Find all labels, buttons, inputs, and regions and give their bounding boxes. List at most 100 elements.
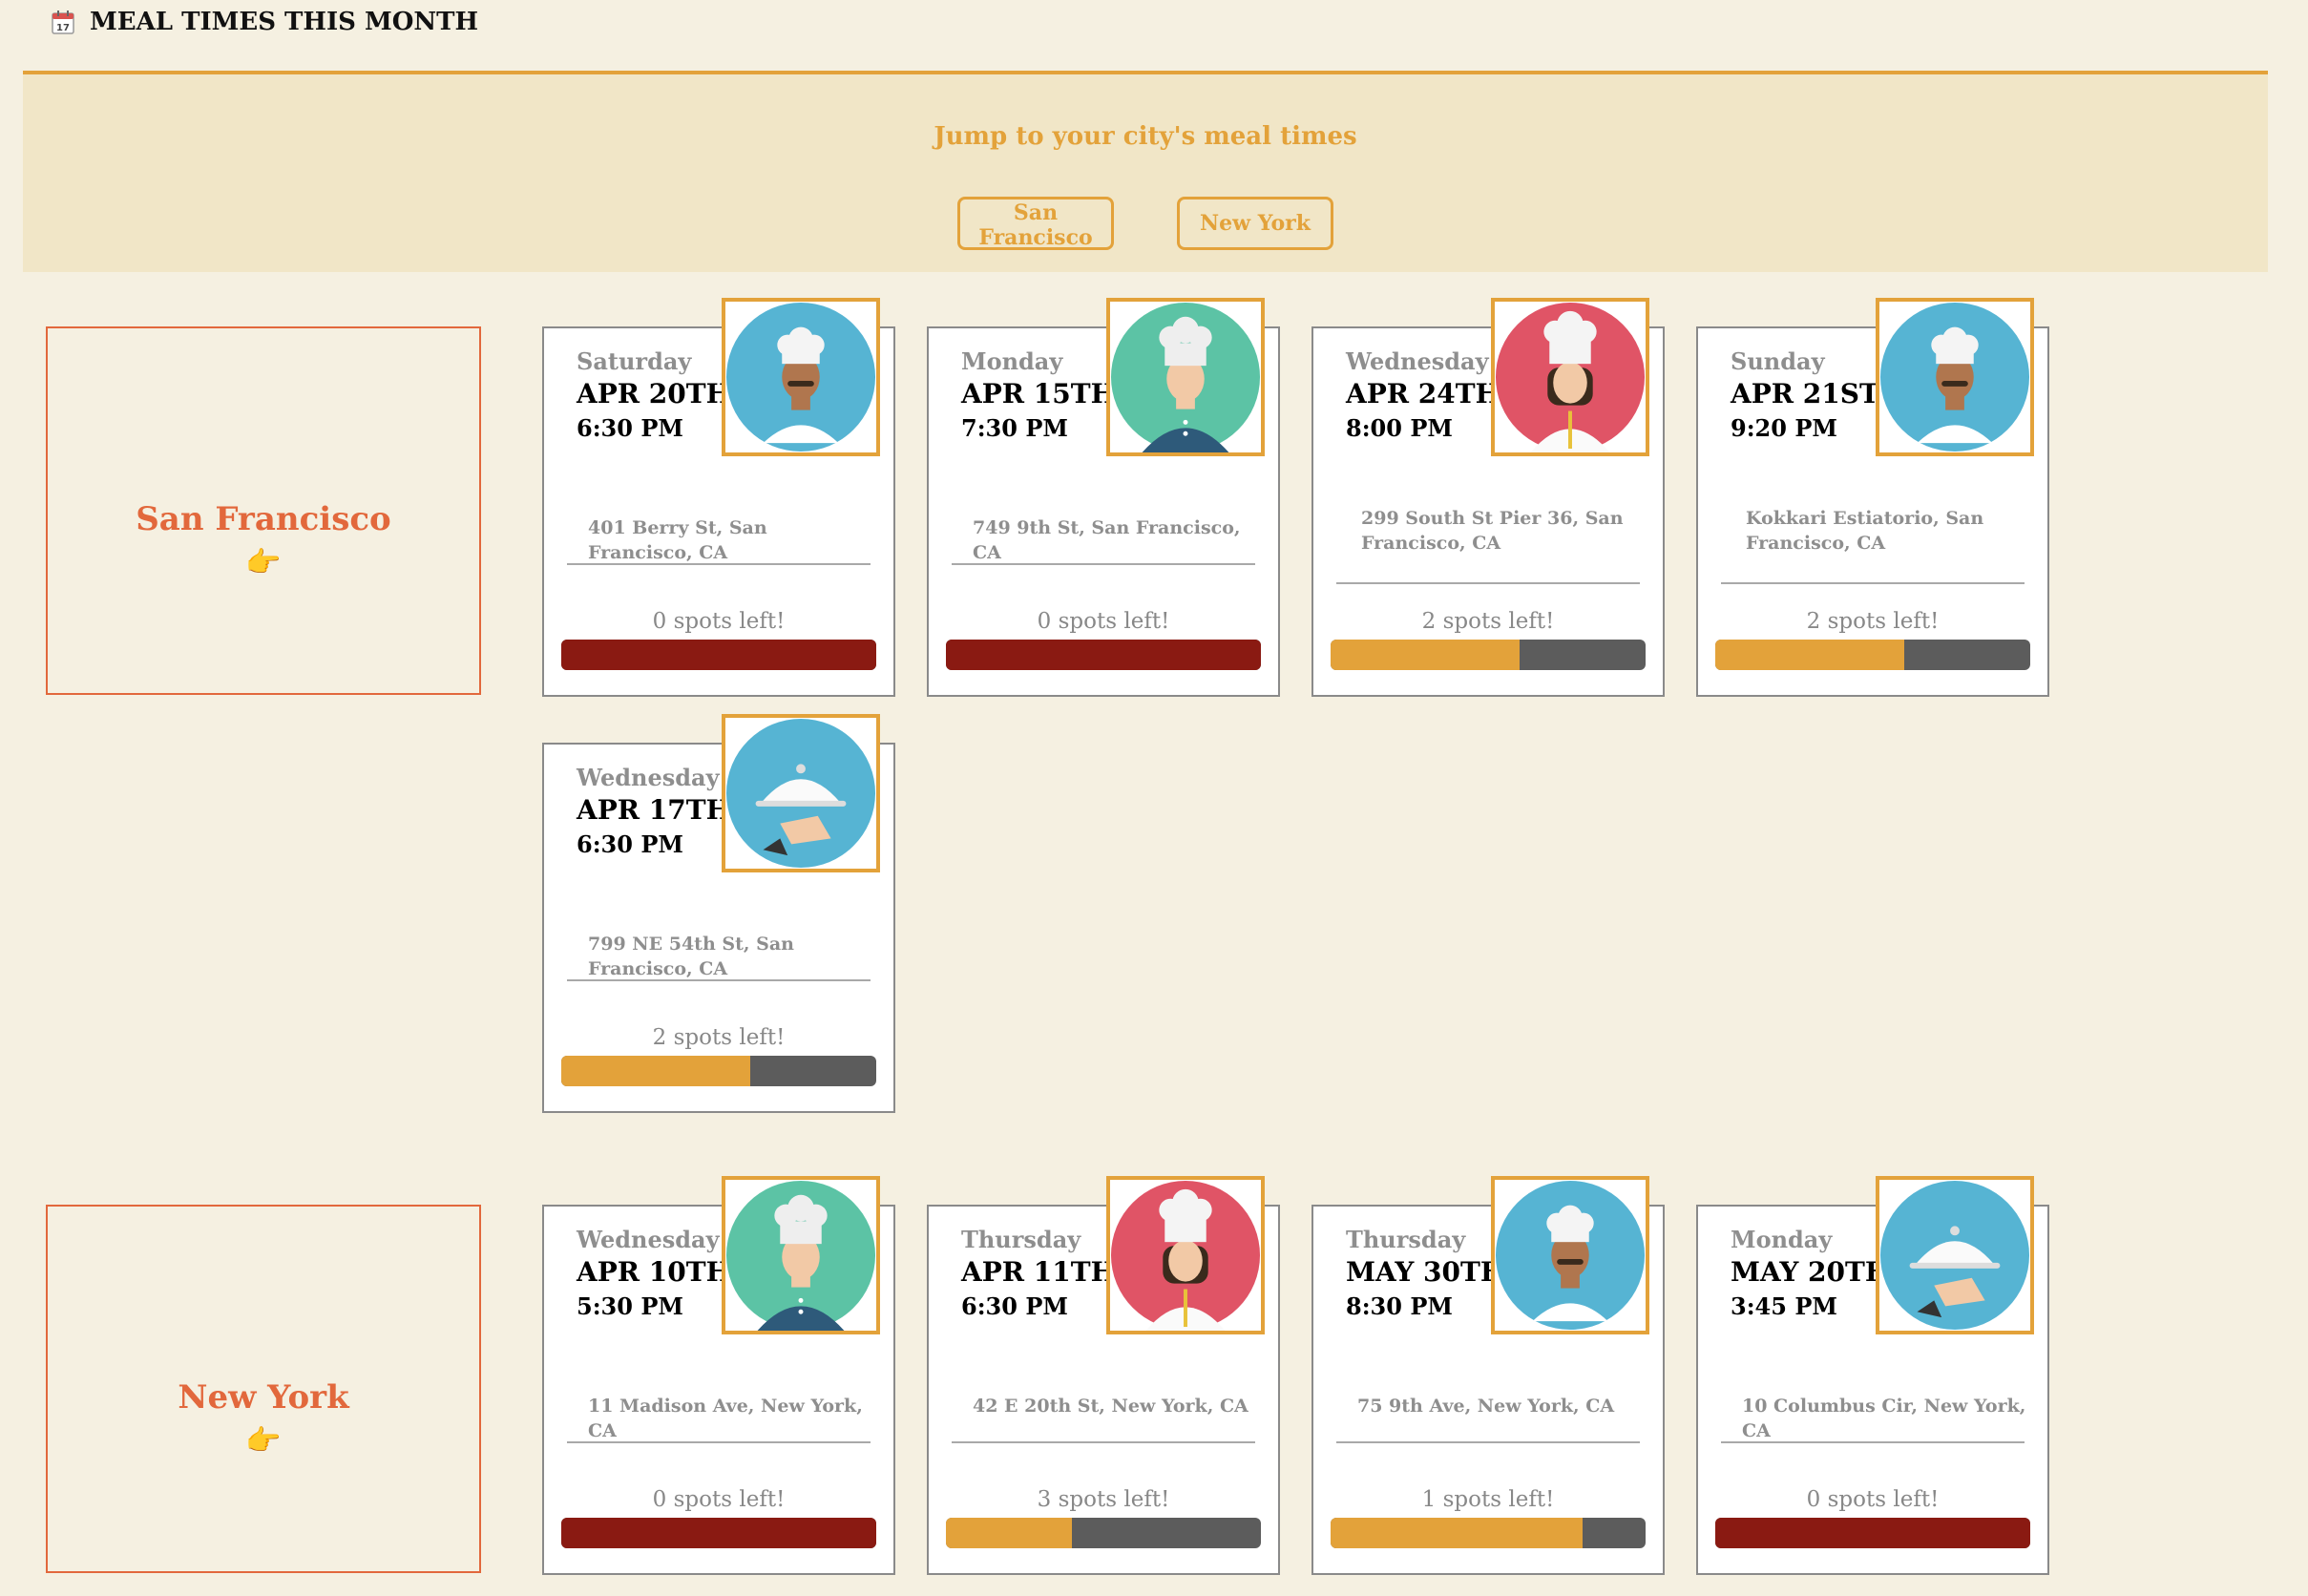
spots-left: 0 spots left! [1806, 1487, 1940, 1512]
chef-mustache-icon [725, 302, 876, 452]
page-title: MEAL TIMES THIS MONTH [90, 8, 479, 36]
host-avatar [1491, 1176, 1649, 1334]
capacity-bar-fill [1331, 640, 1520, 670]
meal-address: 299 South St Pier 36, San Francisco, CA [1361, 508, 1624, 554]
meal-day: Wednesday [577, 764, 720, 791]
spots-left: 0 spots left! [652, 1487, 786, 1512]
meal-day: Sunday [1731, 347, 1825, 375]
meal-date: APR 15TH [961, 378, 1117, 410]
capacity-bar-fill [561, 640, 876, 670]
capacity-bar [946, 640, 1261, 670]
meal-card[interactable]: Wednesday APR 17TH 6:30 PM 799 NE 54th S… [542, 714, 895, 1113]
meal-time: 6:30 PM [577, 830, 683, 858]
capacity-bar [1715, 1518, 2030, 1548]
spots-left: 0 spots left! [652, 609, 786, 634]
chef-mustache-icon [1879, 302, 2030, 452]
meal-day: Monday [1731, 1226, 1833, 1253]
city-panel: New York 👉 [46, 1205, 481, 1573]
meal-time: 3:45 PM [1731, 1292, 1837, 1320]
meal-date: APR 24TH [1346, 378, 1501, 410]
chef-young-icon [1110, 302, 1261, 452]
meal-day: Saturday [577, 347, 692, 375]
meal-address: 799 NE 54th St, San Francisco, CA [588, 934, 794, 979]
meal-card[interactable]: Thursday APR 11TH 6:30 PM 42 E 20th St, … [927, 1176, 1280, 1575]
meal-card[interactable]: Monday MAY 20TH 3:45 PM 10 Columbus Cir,… [1696, 1176, 2049, 1575]
meal-card[interactable]: Wednesday APR 10TH 5:30 PM 11 Madison Av… [542, 1176, 895, 1575]
meal-date: APR 17TH [577, 794, 732, 826]
meal-time: 8:00 PM [1346, 414, 1453, 442]
host-avatar [1876, 298, 2034, 456]
card-divider [1336, 1441, 1640, 1443]
host-avatar [722, 298, 880, 456]
meal-day: Monday [961, 347, 1063, 375]
cloche-icon [725, 718, 876, 869]
meal-day: Thursday [961, 1226, 1081, 1253]
city-panel: San Francisco 👉 [46, 326, 481, 695]
meal-date: MAY 20TH [1731, 1256, 1891, 1288]
meal-address: 401 Berry St, San Francisco, CA [588, 517, 767, 563]
jump-new-york-button[interactable]: New York [1177, 197, 1333, 250]
host-avatar [1876, 1176, 2034, 1334]
spots-left: 1 spots left! [1421, 1487, 1555, 1512]
pointing-hand-icon: 👉 [245, 546, 282, 579]
meal-address: Kokkari Estiatorio, San Francisco, CA [1746, 508, 1984, 554]
host-avatar [1491, 298, 1649, 456]
meal-card[interactable]: Thursday MAY 30TH 8:30 PM 75 9th Ave, Ne… [1311, 1176, 1665, 1575]
meal-time: 6:30 PM [961, 1292, 1068, 1320]
cloche-icon [1879, 1180, 2030, 1331]
chef-mustache-icon [1495, 1180, 1646, 1331]
card-divider [567, 1441, 871, 1443]
calendar-icon: 17 [52, 10, 74, 34]
spots-left: 3 spots left! [1037, 1487, 1170, 1512]
meal-card[interactable]: Saturday APR 20TH 6:30 PM 401 Berry St, … [542, 298, 895, 697]
host-avatar [722, 1176, 880, 1334]
svg-text:17: 17 [56, 23, 70, 33]
capacity-bar [946, 1518, 1261, 1548]
capacity-bar [1331, 1518, 1646, 1548]
city-jump-banner: Jump to your city's meal times San Franc… [23, 71, 2268, 272]
page-header: 17 MEAL TIMES THIS MONTH [52, 6, 478, 38]
capacity-bar [1331, 640, 1646, 670]
meal-card[interactable]: Wednesday APR 24TH 8:00 PM 299 South St … [1311, 298, 1665, 697]
host-avatar [1106, 1176, 1265, 1334]
pointing-hand-icon: 👉 [245, 1424, 282, 1458]
card-divider [1721, 582, 2025, 584]
capacity-bar-fill [946, 640, 1261, 670]
meal-date: APR 21ST [1731, 378, 1879, 410]
capacity-bar [561, 640, 876, 670]
meal-card[interactable]: Sunday APR 21ST 9:20 PM Kokkari Estiator… [1696, 298, 2049, 697]
card-divider [952, 1441, 1255, 1443]
card-divider [567, 563, 871, 565]
capacity-bar [1715, 640, 2030, 670]
spots-left: 0 spots left! [1037, 609, 1170, 634]
capacity-bar [561, 1056, 876, 1086]
meal-time: 6:30 PM [577, 414, 683, 442]
city-name: New York [178, 1378, 349, 1417]
chef-young-icon [725, 1180, 876, 1331]
spots-left: 2 spots left! [1806, 609, 1940, 634]
meal-day: Thursday [1346, 1226, 1466, 1253]
meal-time: 9:20 PM [1731, 414, 1837, 442]
jump-prompt: Jump to your city's meal times [934, 122, 1357, 151]
spots-left: 2 spots left! [1421, 609, 1555, 634]
card-divider [952, 563, 1255, 565]
meal-card[interactable]: Monday APR 15TH 7:30 PM 749 9th St, San … [927, 298, 1280, 697]
capacity-bar-fill [1331, 1518, 1583, 1548]
chef-woman-icon [1110, 1180, 1261, 1331]
capacity-bar-fill [561, 1056, 750, 1086]
capacity-bar [561, 1518, 876, 1548]
meal-address: 749 9th St, San Francisco, CA [973, 517, 1241, 563]
chef-woman-icon [1495, 302, 1646, 452]
meal-time: 7:30 PM [961, 414, 1068, 442]
capacity-bar-fill [1715, 1518, 2030, 1548]
card-divider [1721, 1441, 2025, 1443]
meal-day: Wednesday [577, 1226, 720, 1253]
meal-address: 10 Columbus Cir, New York, CA [1742, 1396, 2026, 1441]
meal-address: 42 E 20th St, New York, CA [973, 1396, 1248, 1417]
jump-san-francisco-button[interactable]: San Francisco [957, 197, 1114, 250]
meal-time: 5:30 PM [577, 1292, 683, 1320]
card-divider [567, 979, 871, 981]
meal-date: APR 20TH [577, 378, 732, 410]
card-divider [1336, 582, 1640, 584]
city-name: San Francisco [136, 500, 391, 538]
